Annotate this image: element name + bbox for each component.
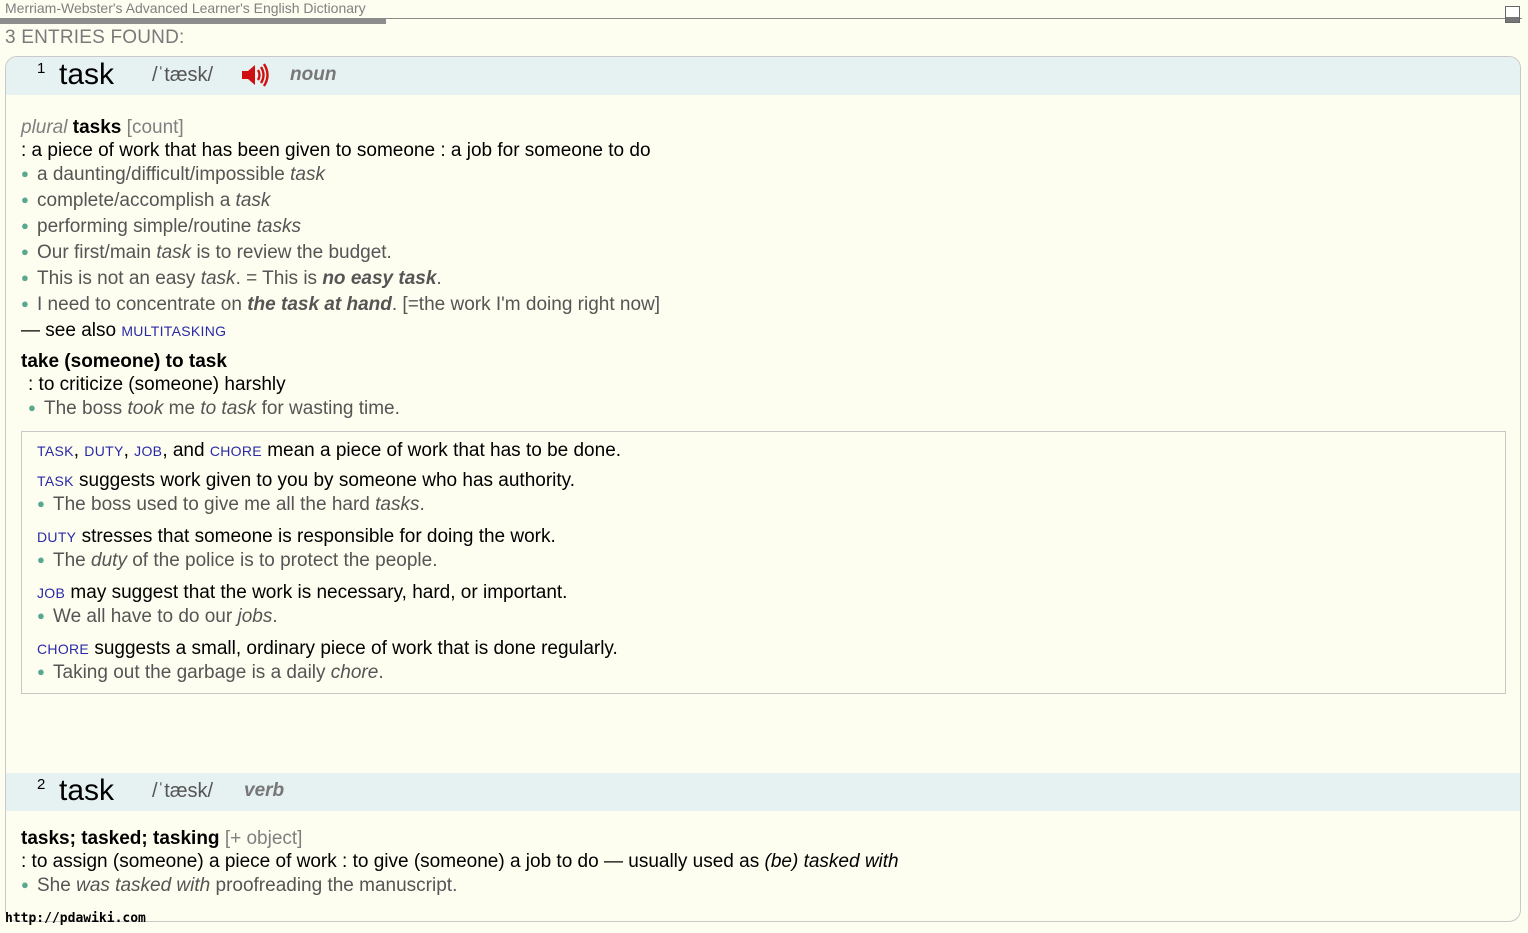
headword: task — [59, 58, 115, 91]
link-task[interactable]: TASK — [37, 443, 74, 459]
link-multitasking[interactable]: MULTITASKING — [121, 323, 226, 339]
pronunciation: /ˈtæsk/ — [152, 64, 214, 86]
bullet-icon: ● — [21, 218, 29, 233]
example: ● The duty of the police is to protect th… — [37, 550, 438, 571]
entries-found-label: 3 ENTRIES FOUND: — [5, 27, 185, 48]
example: ● This is not an easy task. = This is no … — [21, 268, 442, 289]
link-task[interactable]: TASK — [37, 473, 74, 489]
synonym-note: TASK suggests work given to you by someo… — [37, 470, 576, 491]
homograph-number: 1 — [37, 60, 46, 77]
example: ● The boss took me to task for wasting ti… — [28, 398, 400, 419]
grammar-label: + object — [230, 828, 298, 849]
bullet-icon: ● — [37, 552, 45, 567]
maximize-icon[interactable] — [1505, 6, 1520, 23]
inflections: tasks; tasked; tasking — [21, 828, 220, 849]
bullet-icon: ● — [21, 877, 29, 892]
definition: : a piece of work that has been given to… — [21, 140, 651, 161]
phrase-definition: : to criticize (someone) harshly — [28, 374, 286, 395]
example: ● performing simple/routine tasks — [21, 216, 302, 237]
headword: task — [59, 774, 115, 807]
example: ● Taking out the garbage is a daily chore… — [37, 662, 384, 683]
bullet-icon: ● — [37, 608, 45, 623]
definition: : to assign (someone) a piece of work : … — [21, 851, 899, 872]
entry-2-header: 2 task /ˈtæsk/ verb — [6, 773, 1520, 811]
pronunciation: /ˈtæsk/ — [152, 780, 214, 802]
link-chore[interactable]: CHORE — [37, 641, 89, 657]
app-title: Merriam-Webster's Advanced Learner's Eng… — [5, 0, 366, 16]
bullet-icon: ● — [21, 270, 29, 285]
synonym-note: DUTY stresses that someone is responsibl… — [37, 526, 556, 547]
bullet-icon: ● — [21, 244, 29, 259]
example: ● complete/accomplish a task — [21, 190, 271, 211]
inflection-line: plural tasks [count] — [21, 116, 184, 139]
see-also-label: — see also — [21, 320, 117, 341]
part-of-speech: noun — [290, 64, 337, 85]
example: ● The boss used to give me all the hard t… — [37, 494, 425, 515]
bullet-icon: ● — [37, 664, 45, 679]
tab-divider — [386, 18, 1522, 19]
example: ● a daunting/difficult/impossible task — [21, 164, 325, 185]
inflection-label: plural — [21, 117, 68, 138]
phrase-heading: take (someone) to task — [21, 351, 227, 372]
example: ● We all have to do our jobs. — [37, 606, 278, 627]
synonym-note: JOB may suggest that the work is necessa… — [37, 582, 568, 603]
speaker-icon[interactable] — [239, 61, 271, 89]
example: ● She was tasked with proofreading the ma… — [21, 875, 458, 896]
entries-panel[interactable]: 1 task /ˈtæsk/ noun plural tasks [count]… — [5, 56, 1521, 922]
synonym-note: CHORE suggests a small, ordinary piece o… — [37, 638, 618, 659]
inflection: tasks — [72, 117, 122, 138]
bullet-icon: ● — [21, 192, 29, 207]
footer-url: http://pdawiki.com — [5, 911, 146, 926]
link-job[interactable]: JOB — [134, 443, 162, 459]
see-also: — see also MULTITASKING — [21, 319, 226, 343]
part-of-speech: verb — [244, 780, 285, 801]
link-job[interactable]: JOB — [37, 585, 65, 601]
link-duty[interactable]: DUTY — [37, 529, 76, 545]
active-tab-indicator — [0, 18, 386, 24]
homograph-number: 2 — [37, 776, 46, 793]
synonym-intro: TASK, DUTY, JOB, and CHORE mean a piece … — [37, 440, 622, 461]
bracket: ] — [178, 117, 184, 138]
bullet-icon: ● — [37, 496, 45, 511]
title-bar: Merriam-Webster's Advanced Learner's Eng… — [0, 0, 1522, 26]
entry-1-header: 1 task /ˈtæsk/ noun — [6, 57, 1520, 95]
example: ● Our first/main task is to review the bu… — [21, 242, 392, 263]
link-duty[interactable]: DUTY — [84, 443, 123, 459]
inflection-line: tasks; tasked; tasking [+ object] — [21, 827, 302, 850]
example: ● I need to concentrate on the task at ha… — [21, 294, 661, 315]
synonym-paragraph: TASK, DUTY, JOB, and CHORE mean a piece … — [21, 431, 1506, 694]
bullet-icon: ● — [21, 296, 29, 311]
link-chore[interactable]: CHORE — [210, 443, 262, 459]
grammar-label: count — [131, 117, 179, 138]
bullet-icon: ● — [21, 166, 29, 181]
bullet-icon: ● — [28, 400, 36, 415]
bracket: ] — [297, 828, 303, 849]
